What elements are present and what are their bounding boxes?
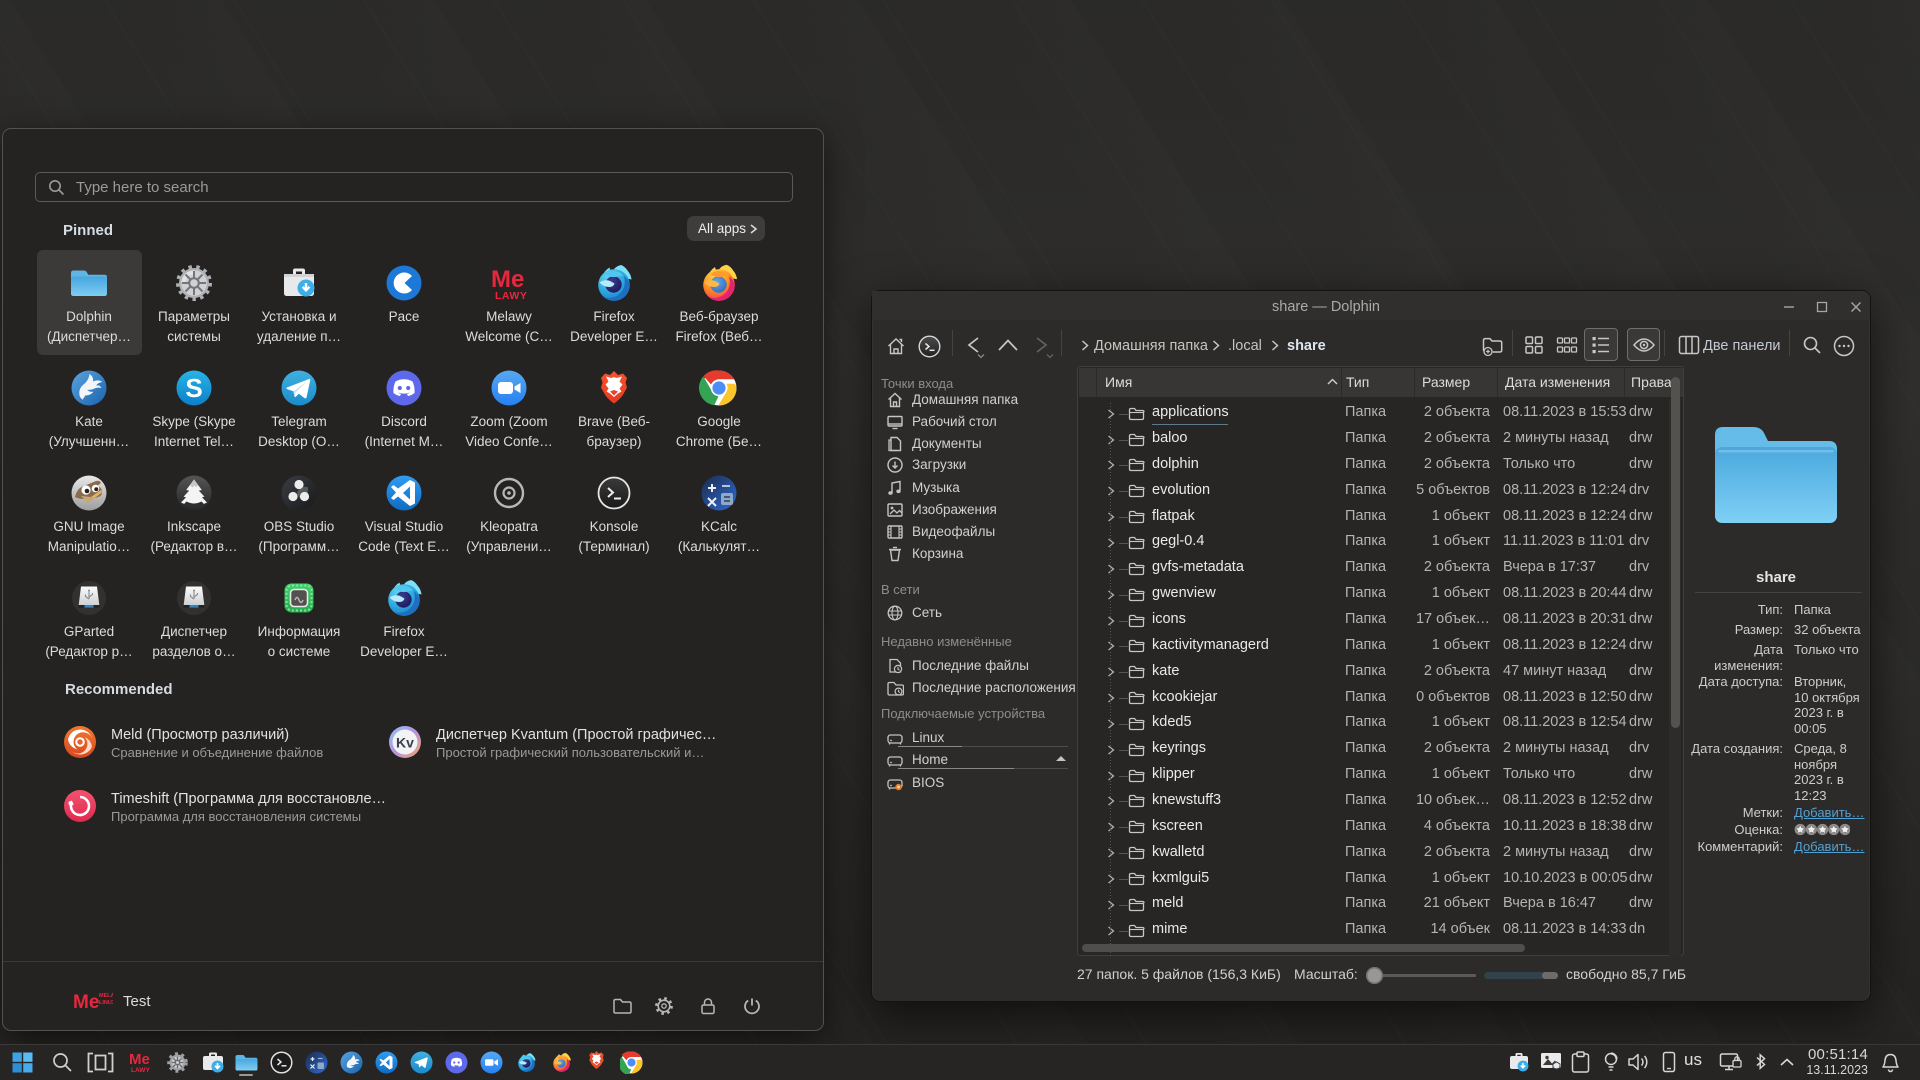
svg-text:LAWY: LAWY [495,290,527,302]
svg-text:LINUX: LINUX [99,1000,113,1006]
svg-text:Me: Me [491,266,524,293]
svg-text:MELAWY: MELAWY [99,993,113,999]
svg-text:Kv: Kv [396,735,414,751]
svg-text:Me: Me [129,1051,150,1068]
svg-text:LAWY: LAWY [131,1067,150,1074]
svg-text:S: S [185,373,202,403]
svg-text:Me: Me [73,992,99,1013]
